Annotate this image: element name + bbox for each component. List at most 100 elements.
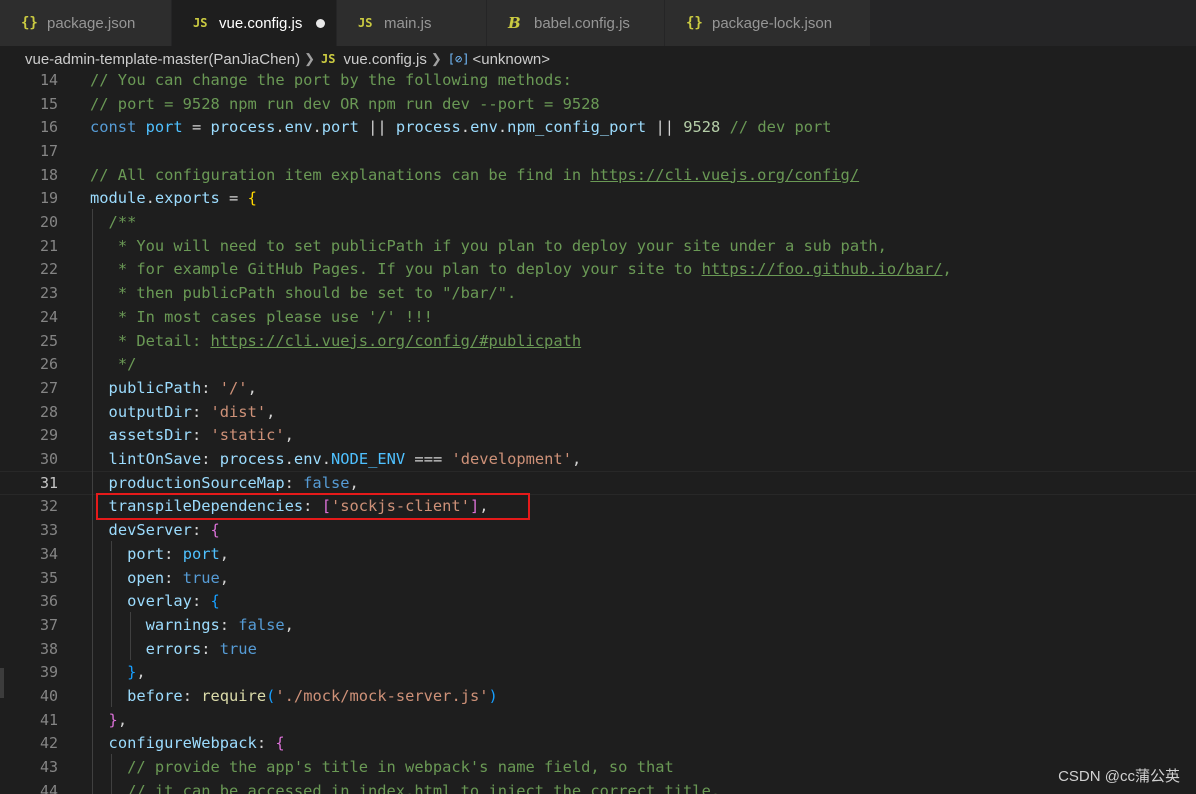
- code-line[interactable]: 44 // it can be accessed in index.html t…: [0, 779, 1196, 794]
- code-token: ,: [136, 663, 146, 682]
- code-line[interactable]: 41 },: [0, 708, 1196, 732]
- line-number: 35: [39, 568, 58, 587]
- code-line[interactable]: 35 open: true,: [0, 566, 1196, 590]
- code-text: // You can change the port by the follow…: [90, 72, 572, 89]
- code-token: overlay: [127, 592, 192, 611]
- breadcrumb-folder[interactable]: vue-admin-template-master(PanJiaChen): [25, 51, 300, 68]
- line-number: 18: [39, 165, 58, 184]
- code-line[interactable]: 38 errors: true: [0, 637, 1196, 661]
- code-line[interactable]: 39 },: [0, 661, 1196, 685]
- code-line[interactable]: 36 overlay: {: [0, 589, 1196, 613]
- code-link[interactable]: https://cli.vuejs.org/config/#publicpath: [210, 332, 581, 350]
- code-line[interactable]: 16 const port = process.env.port || proce…: [0, 115, 1196, 139]
- line-number: 33: [39, 521, 58, 540]
- code-text: */: [90, 355, 137, 373]
- code-link[interactable]: https://cli.vuejs.org/config/: [590, 166, 859, 184]
- tab-package-json[interactable]: {} package.json: [0, 0, 172, 46]
- code-line[interactable]: 19 module.exports = {: [0, 187, 1196, 211]
- code-line[interactable]: 22 * for example GitHub Pages. If you pl…: [0, 258, 1196, 282]
- code-token: ===: [405, 450, 452, 469]
- code-text: before: require('./mock/mock-server.js'): [90, 687, 498, 705]
- tab-babel-config-js[interactable]: B babel.config.js: [487, 0, 665, 46]
- code-token: .: [145, 189, 155, 208]
- json-curly-icon: {}: [686, 15, 703, 31]
- code-token: :: [191, 402, 211, 421]
- code-line[interactable]: 18 // All configuration item explanations…: [0, 163, 1196, 187]
- code-token: configureWebpack: [108, 734, 257, 753]
- indent-guide: [111, 541, 112, 707]
- code-line[interactable]: 24 * In most cases please use '/' !!!: [0, 305, 1196, 329]
- code-text: // it can be accessed in index.html to i…: [90, 782, 720, 794]
- code-line[interactable]: 25 * Detail: https://cli.vuejs.org/confi…: [0, 329, 1196, 353]
- code-editor[interactable]: 44 // it can be accessed in index.html t…: [0, 72, 1196, 794]
- code-line[interactable]: 29 assetsDir: 'static',: [0, 424, 1196, 448]
- code-line[interactable]: 30 lintOnSave: process.env.NODE_ENV === …: [0, 447, 1196, 471]
- code-token: .: [321, 450, 332, 469]
- code-token: * then publicPath should be set to "/bar…: [108, 284, 517, 303]
- tab-vue-config-js[interactable]: JS vue.config.js: [172, 0, 337, 46]
- indent-guide: [92, 209, 93, 794]
- scroll-marker: [0, 668, 4, 698]
- code-token: lintOnSave: [108, 450, 202, 469]
- code-line[interactable]: 37 warnings: false,: [0, 613, 1196, 637]
- code-line[interactable]: 43 // provide the app's title in webpack…: [0, 755, 1196, 779]
- tab-label: package-lock.json: [712, 14, 833, 32]
- breadcrumb-symbol[interactable]: <unknown>: [472, 51, 550, 68]
- code-token: process: [395, 118, 461, 137]
- code-token: :: [201, 639, 220, 658]
- line-number: 32: [39, 497, 58, 516]
- code-line[interactable]: 27 publicPath: '/',: [0, 376, 1196, 400]
- code-token: .: [497, 118, 508, 137]
- line-number: 42: [39, 734, 58, 753]
- breadcrumb: vue-admin-template-master(PanJiaChen) ❯ …: [0, 46, 1196, 72]
- tab-main-js[interactable]: JS main.js: [337, 0, 487, 46]
- code-token: 9528: [683, 118, 721, 137]
- code-token: before: [127, 687, 183, 706]
- code-line[interactable]: 28 outputDir: 'dist',: [0, 400, 1196, 424]
- code-line[interactable]: 26 */: [0, 352, 1196, 376]
- code-token: ]: [469, 497, 480, 516]
- unsaved-changes-dot-icon[interactable]: [316, 18, 326, 28]
- code-token: transpileDependencies: [108, 497, 304, 516]
- breadcrumb-file[interactable]: vue.config.js: [343, 51, 426, 68]
- code-text: // port = 9528 npm run dev OR npm run de…: [90, 95, 600, 113]
- code-token: // provide the app's title in webpack's …: [127, 758, 674, 777]
- code-line[interactable]: 32 transpileDependencies: ['sockjs-clien…: [0, 495, 1196, 519]
- code-text: * then publicPath should be set to "/bar…: [90, 284, 516, 302]
- line-number: 14: [39, 72, 58, 89]
- js-file-icon: JS: [358, 16, 373, 30]
- code-line[interactable]: 42 configureWebpack: {: [0, 732, 1196, 756]
- code-token: require: [201, 687, 267, 706]
- code-token: }: [108, 710, 118, 729]
- code-token: // You can change the port by the follow…: [90, 72, 572, 89]
- code-token: 'development': [451, 450, 572, 469]
- chevron-right-icon: ❯: [430, 51, 442, 66]
- code-line[interactable]: 14 // You can change the port by the foll…: [0, 72, 1196, 92]
- code-token: 'sockjs-client': [330, 497, 470, 516]
- code-token: :: [191, 426, 211, 445]
- chevron-right-icon: ❯: [304, 51, 316, 66]
- line-number: 22: [39, 260, 58, 279]
- code-line[interactable]: 20 /**: [0, 210, 1196, 234]
- code-link[interactable]: https://foo.github.io/bar/: [702, 260, 943, 278]
- code-token: ,: [266, 402, 276, 421]
- code-line[interactable]: 34 port: port,: [0, 542, 1196, 566]
- code-text: devServer: {: [90, 521, 220, 539]
- code-line[interactable]: 31 productionSourceMap: false,: [0, 470, 1196, 495]
- code-line[interactable]: 17: [0, 139, 1196, 163]
- code-line[interactable]: 33 devServer: {: [0, 518, 1196, 542]
- code-line[interactable]: 15 // port = 9528 npm run dev OR npm run …: [0, 92, 1196, 116]
- code-line[interactable]: 40 before: require('./mock/mock-server.j…: [0, 684, 1196, 708]
- tab-package-lock-json[interactable]: {} package-lock.json: [665, 0, 871, 46]
- line-number: 30: [39, 450, 58, 469]
- code-line[interactable]: 23 * then publicPath should be set to "/…: [0, 281, 1196, 305]
- code-line[interactable]: 21 * You will need to set publicPath if …: [0, 234, 1196, 258]
- code-token: :: [201, 378, 220, 397]
- line-number: 17: [39, 141, 58, 160]
- code-token: // dev port: [729, 118, 832, 137]
- code-token: =: [182, 118, 211, 137]
- code-token: :: [182, 687, 202, 706]
